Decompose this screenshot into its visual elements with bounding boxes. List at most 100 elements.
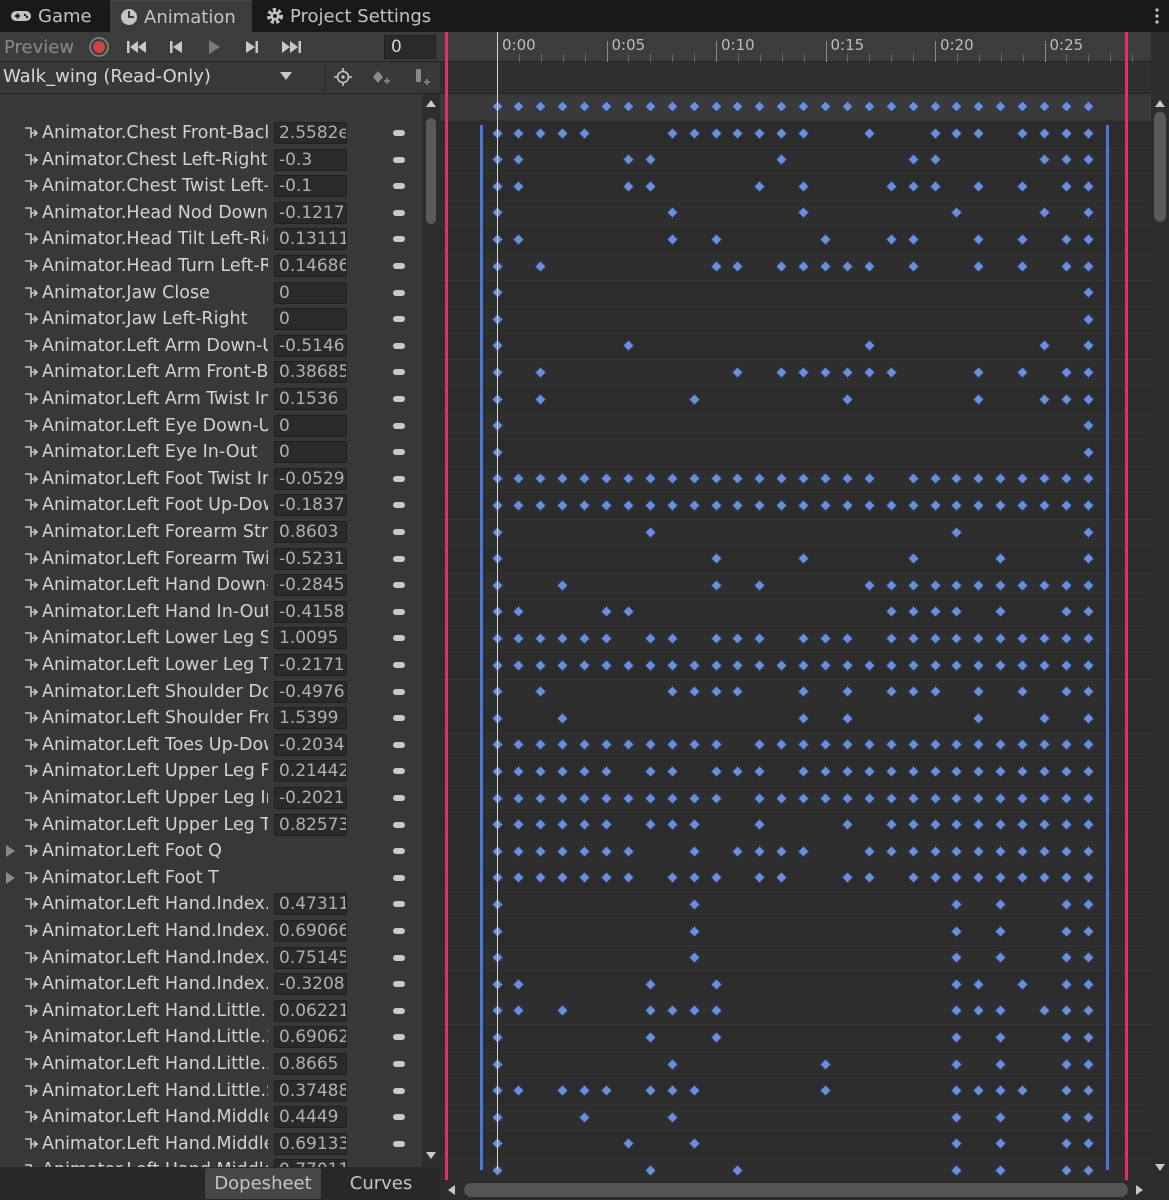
property-value-field[interactable]: -0.4158 <box>274 600 347 623</box>
remove-property-icon[interactable] <box>393 1034 405 1041</box>
property-value-field[interactable]: -0.4976 <box>274 680 347 703</box>
property-value-field[interactable]: 0.69062 <box>274 1026 347 1049</box>
property-row[interactable]: Animator.Left Foot T <box>0 865 420 892</box>
scroll-left-icon[interactable] <box>448 1185 455 1195</box>
property-value-field[interactable]: 0.8603 <box>274 521 347 543</box>
remove-property-icon[interactable] <box>393 156 405 163</box>
remove-property-icon[interactable] <box>393 1007 405 1014</box>
property-row[interactable]: Animator.Left Hand.Index.2 0.69066 <box>0 918 420 945</box>
scroll-up-icon[interactable] <box>1155 100 1165 107</box>
property-row[interactable]: Animator.Head Turn Left-Ri 0.14686 <box>0 253 420 280</box>
remove-property-icon[interactable] <box>393 130 405 136</box>
property-value-field[interactable]: -0.2034 <box>274 733 347 756</box>
scroll-down-icon[interactable] <box>1155 1164 1165 1171</box>
property-row[interactable]: Animator.Left Forearm Stret 0.8603 <box>0 519 420 546</box>
tab-project-settings[interactable]: Project Settings <box>256 0 441 32</box>
property-row[interactable]: Animator.Left Hand.Middle.2 0.69133 <box>0 1131 420 1158</box>
remove-property-icon[interactable] <box>393 209 405 216</box>
remove-property-icon[interactable] <box>393 1087 405 1094</box>
property-value-field[interactable]: 2.5582e <box>274 122 347 144</box>
property-row[interactable]: Animator.Jaw Left-Right 0 <box>0 306 420 333</box>
property-value-field[interactable]: 0.06221 <box>274 999 347 1022</box>
next-keyframe-button[interactable] <box>238 32 266 62</box>
property-row[interactable]: Animator.Left Hand.Little.3 0.8665 <box>0 1051 420 1078</box>
property-value-field[interactable]: 0.4449 <box>274 1106 347 1129</box>
property-value-field[interactable]: 0.37488 <box>274 1079 347 1102</box>
remove-property-icon[interactable] <box>393 608 405 615</box>
scroll-right-icon[interactable] <box>1136 1185 1143 1195</box>
remove-property-icon[interactable] <box>393 529 405 535</box>
remove-property-icon[interactable] <box>393 874 405 881</box>
record-button[interactable] <box>86 32 112 62</box>
remove-property-icon[interactable] <box>393 1061 405 1067</box>
property-row[interactable]: Animator.Left Forearm Twis -0.5231 <box>0 546 420 573</box>
property-row[interactable]: Animator.Left Foot Q <box>0 838 420 865</box>
last-keyframe-button[interactable] <box>276 32 306 62</box>
property-row[interactable]: Animator.Chest Left-Right -0.3 <box>0 147 420 174</box>
property-row[interactable]: Animator.Left Lower Leg Str 1.0095 <box>0 625 420 652</box>
dopesheet-horizontal-scrollbar[interactable] <box>440 1180 1151 1200</box>
property-row[interactable]: Animator.Left Lower Leg Tw -0.2171 <box>0 652 420 679</box>
remove-property-icon[interactable] <box>393 848 405 855</box>
property-value-field[interactable]: -0.1837 <box>274 494 347 517</box>
property-row[interactable]: Animator.Left Hand Down-U -0.2845 <box>0 572 420 599</box>
property-value-field[interactable]: -0.5146 <box>274 334 347 357</box>
dopesheet-tab[interactable]: Dopesheet <box>205 1168 321 1199</box>
property-row[interactable]: Animator.Left Hand.Index.3 0.75145 <box>0 945 420 972</box>
property-row[interactable]: Animator.Left Hand.Little.2 S 0.69062 <box>0 1024 420 1051</box>
property-value-field[interactable]: 0.69133 <box>274 1132 347 1155</box>
property-value-field[interactable]: -0.2021 <box>274 787 347 809</box>
remove-property-icon[interactable] <box>393 236 405 243</box>
remove-property-icon[interactable] <box>393 1140 405 1147</box>
property-row[interactable]: Animator.Left Arm Front-Ba 0.38685 <box>0 359 420 386</box>
remove-property-icon[interactable] <box>393 795 405 801</box>
property-value-field[interactable]: 0.14686 <box>274 255 347 277</box>
remove-property-icon[interactable] <box>393 183 405 190</box>
property-value-field[interactable]: -0.3 <box>274 148 347 171</box>
property-row[interactable]: Animator.Head Nod Down-U -0.1217 <box>0 200 420 227</box>
property-value-field[interactable]: 0.77011 <box>274 1159 347 1167</box>
property-value-field[interactable]: -0.1217 <box>274 201 347 224</box>
property-row[interactable]: Animator.Left Hand In-Out -0.4158 <box>0 599 420 626</box>
filter-selection-button[interactable] <box>330 62 356 92</box>
remove-property-icon[interactable] <box>393 635 405 642</box>
clip-dropdown[interactable]: Walk_wing (Read-Only) <box>0 62 300 94</box>
scrollbar-thumb[interactable] <box>464 1183 1128 1197</box>
property-row[interactable]: Animator.Left Toes Up-Dow -0.2034 <box>0 732 420 759</box>
remove-property-icon[interactable] <box>393 981 405 988</box>
tab-game[interactable]: Game <box>0 0 102 32</box>
property-row[interactable]: Animator.Left Foot Up-Dow -0.1837 <box>0 492 420 519</box>
previous-keyframe-button[interactable] <box>162 32 190 62</box>
remove-property-icon[interactable] <box>393 688 405 695</box>
scroll-down-icon[interactable] <box>426 1152 436 1159</box>
remove-property-icon[interactable] <box>393 369 405 376</box>
remove-property-icon[interactable] <box>393 396 405 402</box>
remove-property-icon[interactable] <box>393 741 405 748</box>
property-value-field[interactable]: 1.5399 <box>274 707 347 730</box>
property-row[interactable]: Animator.Left Upper Leg Tw 0.82573 <box>0 812 420 839</box>
first-keyframe-button[interactable] <box>122 32 152 62</box>
curves-tab[interactable]: Curves <box>330 1168 432 1199</box>
more-options-icon[interactable] <box>1145 0 1169 32</box>
remove-property-icon[interactable] <box>393 954 405 961</box>
remove-property-icon[interactable] <box>393 316 405 323</box>
property-row[interactable]: Animator.Left Arm Down-Up -0.5146 <box>0 333 420 360</box>
property-row[interactable]: Animator.Left Hand.Index.Sp -0.3208 <box>0 971 420 998</box>
property-row[interactable]: Animator.Left Arm Twist In- 0.1536 <box>0 386 420 413</box>
property-row[interactable]: Animator.Left Hand.Index.1 0.47311 <box>0 891 420 918</box>
expand-arrow-icon[interactable] <box>6 871 15 884</box>
remove-property-icon[interactable] <box>393 289 405 296</box>
tab-animation[interactable]: Animation <box>110 0 252 32</box>
frame-field[interactable]: 0 <box>384 35 436 59</box>
property-value-field[interactable]: 0.38685 <box>274 361 347 384</box>
property-row[interactable]: Animator.Left Shoulder Fron 1.5399 <box>0 705 420 732</box>
property-value-field[interactable]: 0.75145 <box>274 946 347 969</box>
property-row[interactable]: Animator.Left Foot Twist In- -0.0529 <box>0 466 420 493</box>
play-button[interactable] <box>200 32 228 62</box>
scrollbar-thumb[interactable] <box>426 118 436 224</box>
property-list-scrollbar[interactable] <box>422 94 440 1167</box>
remove-property-icon[interactable] <box>393 263 405 269</box>
property-value-field[interactable]: 0.1536 <box>274 388 347 410</box>
remove-property-icon[interactable] <box>393 901 405 908</box>
remove-property-icon[interactable] <box>393 928 405 934</box>
